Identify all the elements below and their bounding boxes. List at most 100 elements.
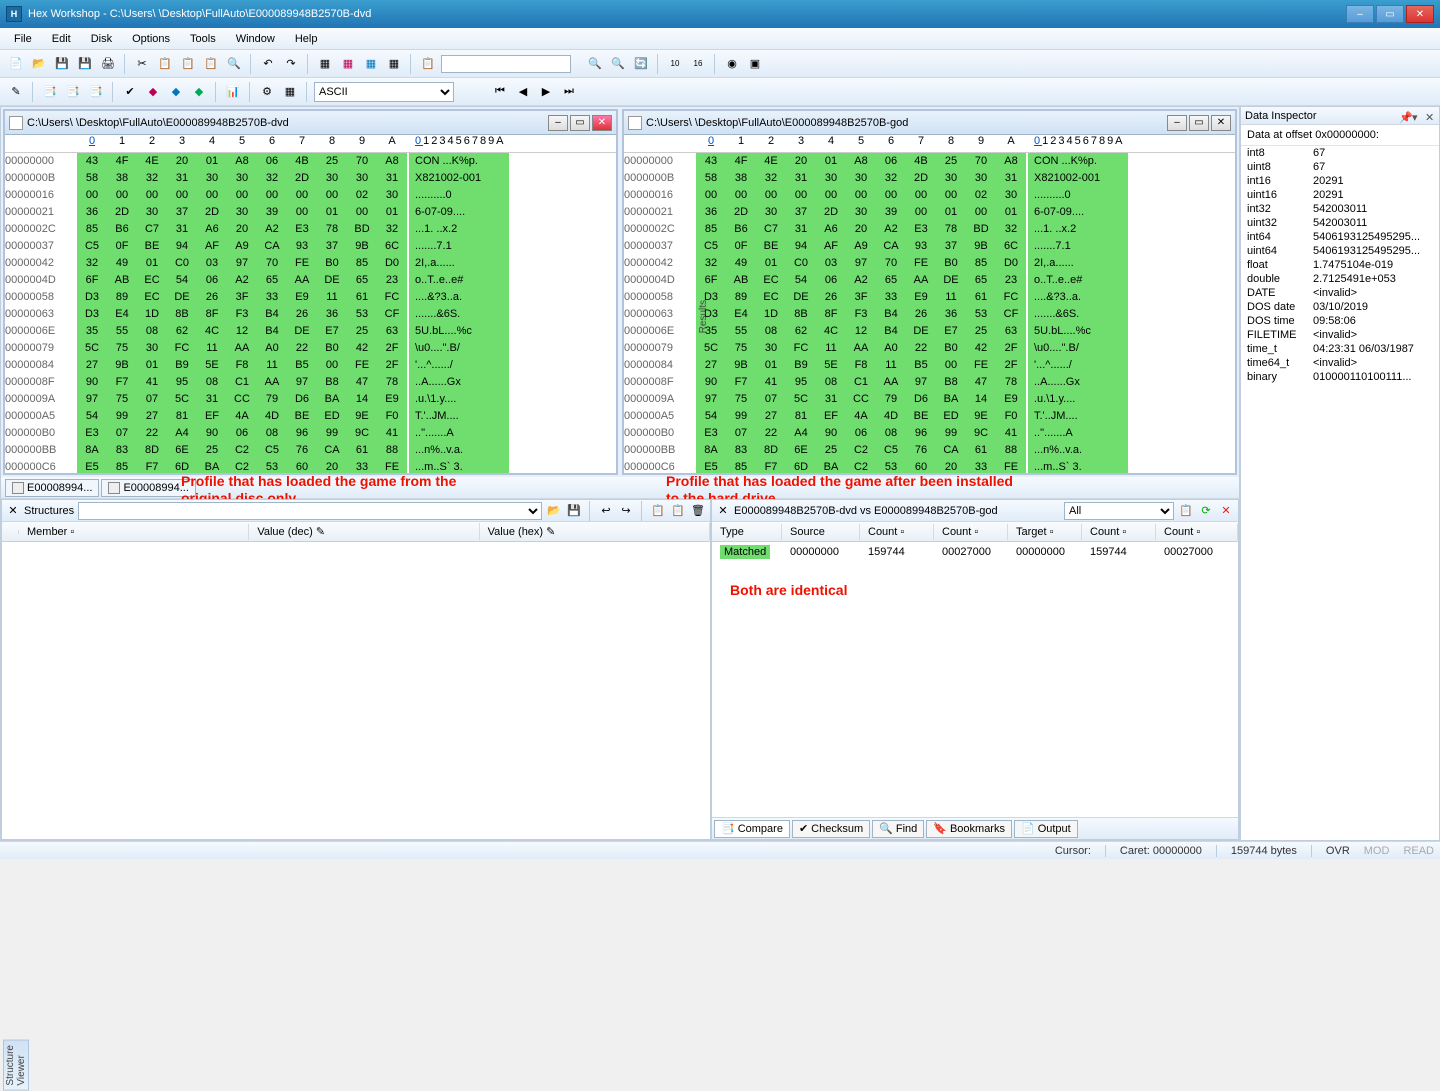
nav-prev-button[interactable]: ◀ <box>513 82 533 102</box>
child-maximize-button[interactable]: ▭ <box>570 115 590 131</box>
find-button[interactable]: 🔍 <box>224 54 244 74</box>
save-all-button[interactable]: 💾 <box>75 54 95 74</box>
hex-line[interactable]: 0000000B583832313030322D303031X821002-00… <box>5 170 616 187</box>
menu-disk[interactable]: Disk <box>81 30 122 48</box>
ops3-button[interactable]: ◆ <box>189 82 209 102</box>
hex-line[interactable]: 00000000434F4E2001A8064B2570A8CON ...K%p… <box>5 153 616 170</box>
wand-button[interactable]: ✎ <box>6 82 26 102</box>
cut-button[interactable]: ✂ <box>132 54 152 74</box>
di-row-DATE[interactable]: DATE<invalid> <box>1241 286 1439 300</box>
hex-line[interactable]: 00000000434F4E2001A8064B2570A8CON ...K%p… <box>624 153 1235 170</box>
undo-button[interactable]: ↶ <box>258 54 278 74</box>
encoding-select[interactable]: ASCII <box>314 82 454 102</box>
tab-find[interactable]: 🔍 Find <box>872 820 924 838</box>
col-member[interactable]: Member ▫ <box>19 524 249 540</box>
goto-button[interactable]: ▦ <box>315 54 335 74</box>
menu-window[interactable]: Window <box>226 30 285 48</box>
menu-tools[interactable]: Tools <box>180 30 226 48</box>
col-source[interactable]: Source <box>782 524 860 540</box>
results-body[interactable]: Matched 00000000 159744 00027000 0000000… <box>712 542 1238 817</box>
pin-icon[interactable]: 📌 <box>1399 111 1409 121</box>
structure-select[interactable] <box>78 502 542 520</box>
hex-line[interactable]: 00000042324901C0039770FEB085D02I,.a.....… <box>5 255 616 272</box>
di-row-time64_t[interactable]: time64_t<invalid> <box>1241 356 1439 370</box>
chart-button[interactable]: 📊 <box>223 82 243 102</box>
child-maximize-button[interactable]: ▭ <box>1189 115 1209 131</box>
tab-compare[interactable]: 📑 Compare <box>714 820 790 838</box>
results-close-button[interactable]: ✕ <box>1218 503 1234 519</box>
di-row-uint64[interactable]: uint645406193125495295... <box>1241 244 1439 258</box>
col-value-hex[interactable]: Value (hex) ✎ <box>480 523 710 540</box>
open-button[interactable]: 📂 <box>29 54 49 74</box>
paste-special-button[interactable]: 📋 <box>201 54 221 74</box>
menu-file[interactable]: File <box>4 30 42 48</box>
hex-line[interactable]: 000000795C7530FC11AAA022B0422F\u0....".B… <box>624 340 1235 357</box>
hex16-button[interactable]: 16 <box>688 54 708 74</box>
hex-line[interactable]: 000000160000000000000000000230..........… <box>5 187 616 204</box>
copy-hex-button[interactable]: 📋 <box>418 54 438 74</box>
hex-line[interactable]: 000000BB8A838D6E25C2C576CA6188...n%..v.a… <box>5 442 616 459</box>
di-row-int64[interactable]: int645406193125495295... <box>1241 230 1439 244</box>
dropdown-icon[interactable]: ▾ <box>1412 111 1422 121</box>
hex-line[interactable]: 00000037C50FBE94AFA9CA93379B6C.......7.1 <box>5 238 616 255</box>
open-struct-button[interactable]: 📂 <box>546 503 562 519</box>
find-next-button[interactable]: 🔍 <box>608 54 628 74</box>
save-struct-button[interactable]: 💾 <box>566 503 582 519</box>
di-row-binary[interactable]: binary010000110100111... <box>1241 370 1439 384</box>
nav-first-button[interactable]: ⏮ <box>490 82 510 102</box>
col-target[interactable]: Target ▫ <box>1008 524 1082 540</box>
tab-bookmarks[interactable]: 🔖 Bookmarks <box>926 820 1012 838</box>
hex-line[interactable]: 0000009A9775075C31CC79D6BA14E9.u.\1.y...… <box>624 391 1235 408</box>
di-row-int16[interactable]: int1620291 <box>1241 174 1439 188</box>
ops2-button[interactable]: ◆ <box>166 82 186 102</box>
di-row-DOS date[interactable]: DOS date03/10/2019 <box>1241 300 1439 314</box>
col-value-dec[interactable]: Value (dec) ✎ <box>249 523 479 540</box>
color-button[interactable]: ▦ <box>338 54 358 74</box>
hex-line[interactable]: 00000084279B01B95EF811B500FE2F'...^.....… <box>624 357 1235 374</box>
hex-line[interactable]: 0000006E355508624C12B4DEE725635U.bL....%… <box>5 323 616 340</box>
hex-body-left[interactable]: 00000000434F4E2001A8064B2570A8CON ...K%p… <box>5 153 616 473</box>
calc-button[interactable]: ▦ <box>280 82 300 102</box>
results-copy-button[interactable]: 📋 <box>1178 503 1194 519</box>
hex-line[interactable]: 0000008F90F7419508C1AA97B84778..A......G… <box>5 374 616 391</box>
hex-line[interactable]: 00000021362D30372D3039000100016-07-09...… <box>5 204 616 221</box>
di-row-int8[interactable]: int867 <box>1241 146 1439 160</box>
minimize-button[interactable]: – <box>1346 5 1374 23</box>
hex-line[interactable]: 00000021362D30372D3039000100016-07-09...… <box>624 204 1235 221</box>
di-row-uint32[interactable]: uint32542003011 <box>1241 216 1439 230</box>
hex-line[interactable]: 00000037C50FBE94AFA9CA93379B6C.......7.1 <box>624 238 1235 255</box>
highlight-button[interactable]: ▦ <box>361 54 381 74</box>
panel-close-button[interactable]: ✕ <box>6 504 20 518</box>
redo-button[interactable]: ↷ <box>281 54 301 74</box>
hex-line[interactable]: 000000B0E30722A490060896999C41..".......… <box>5 425 616 442</box>
col-count-1[interactable]: Count ▫ <box>860 524 934 540</box>
save-button[interactable]: 💾 <box>52 54 72 74</box>
print-button[interactable]: 🖨 <box>98 54 118 74</box>
tab-output[interactable]: 📄 Output <box>1014 820 1078 838</box>
hex-line[interactable]: 000000795C7530FC11AAA022B0422F\u0....".B… <box>5 340 616 357</box>
hex-line[interactable]: 000000B0E30722A490060896999C41..".......… <box>624 425 1235 442</box>
panel-close-button[interactable]: ✕ <box>716 504 730 518</box>
maximize-button[interactable]: ▭ <box>1376 5 1404 23</box>
di-row-uint16[interactable]: uint1620291 <box>1241 188 1439 202</box>
hex-line[interactable]: 00000063D3E41D8B8FF3B4263653CF.......&6S… <box>5 306 616 323</box>
child-minimize-button[interactable]: – <box>1167 115 1187 131</box>
region-button[interactable]: ▦ <box>384 54 404 74</box>
child-close-button[interactable]: ✕ <box>592 115 612 131</box>
file-tab-1[interactable]: E00008994... <box>5 479 99 497</box>
cmp1-button[interactable]: 📑 <box>40 82 60 102</box>
di-row-uint8[interactable]: uint867 <box>1241 160 1439 174</box>
checksum-button[interactable]: ✔ <box>120 82 140 102</box>
hex-line[interactable]: 000000160000000000000000000230..........… <box>624 187 1235 204</box>
intel-button[interactable]: ▣ <box>745 54 765 74</box>
new-button[interactable]: 📄 <box>6 54 26 74</box>
cmp3-button[interactable]: 📑 <box>86 82 106 102</box>
hex10-button[interactable]: 10 <box>665 54 685 74</box>
hex-line[interactable]: 00000084279B01B95EF811B500FE2F'...^.....… <box>5 357 616 374</box>
hex-line[interactable]: 0000004D6FABEC5406A265AADE6523o..T..e..e… <box>624 272 1235 289</box>
paste-button[interactable]: 📋 <box>178 54 198 74</box>
hex-line[interactable]: 0000002C85B6C731A620A2E378BD32...1. ..x.… <box>5 221 616 238</box>
struct-paste[interactable]: 📋 <box>670 503 686 519</box>
di-row-FILETIME[interactable]: FILETIME<invalid> <box>1241 328 1439 342</box>
results-filter-select[interactable]: All <box>1064 502 1174 520</box>
